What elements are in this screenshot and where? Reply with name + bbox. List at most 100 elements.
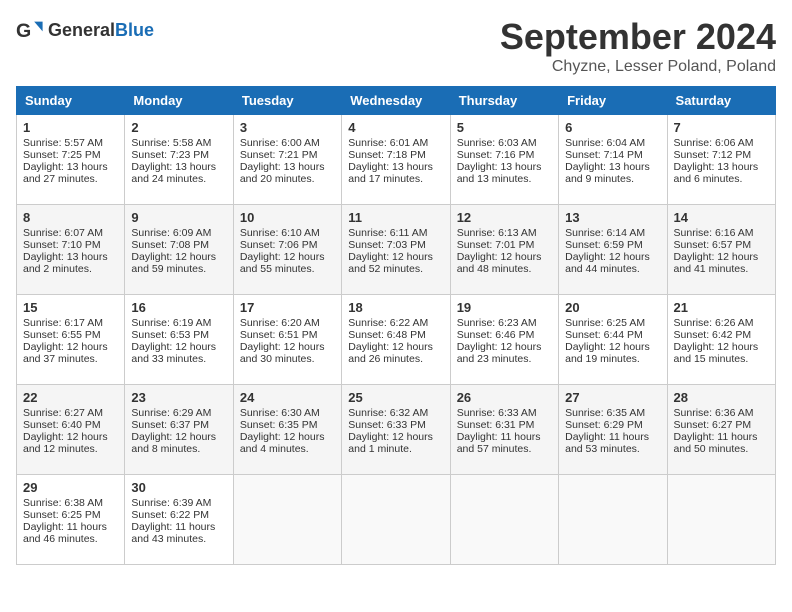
day-info: Daylight: 12 hours — [131, 431, 226, 443]
day-info: Daylight: 12 hours — [240, 341, 335, 353]
calendar-cell: 17Sunrise: 6:20 AMSunset: 6:51 PMDayligh… — [233, 295, 341, 385]
day-info: Sunrise: 5:57 AM — [23, 137, 118, 149]
day-info: Sunset: 7:14 PM — [565, 149, 660, 161]
calendar-cell: 11Sunrise: 6:11 AMSunset: 7:03 PMDayligh… — [342, 205, 450, 295]
day-info: Daylight: 12 hours — [131, 251, 226, 263]
day-info: and 9 minutes. — [565, 173, 660, 185]
col-header-saturday: Saturday — [667, 87, 775, 115]
day-info: Sunrise: 5:58 AM — [131, 137, 226, 149]
day-info: Sunrise: 6:27 AM — [23, 407, 118, 419]
month-title: September 2024 — [500, 16, 776, 58]
calendar-week-row: 8Sunrise: 6:07 AMSunset: 7:10 PMDaylight… — [17, 205, 776, 295]
calendar-cell: 6Sunrise: 6:04 AMSunset: 7:14 PMDaylight… — [559, 115, 667, 205]
day-info: and 24 minutes. — [131, 173, 226, 185]
day-info: and 33 minutes. — [131, 353, 226, 365]
day-info: and 27 minutes. — [23, 173, 118, 185]
calendar-cell: 3Sunrise: 6:00 AMSunset: 7:21 PMDaylight… — [233, 115, 341, 205]
day-info: Sunrise: 6:25 AM — [565, 317, 660, 329]
col-header-monday: Monday — [125, 87, 233, 115]
day-info: Sunset: 6:57 PM — [674, 239, 769, 251]
day-info: and 53 minutes. — [565, 443, 660, 455]
calendar-cell: 28Sunrise: 6:36 AMSunset: 6:27 PMDayligh… — [667, 385, 775, 475]
day-info: Daylight: 12 hours — [674, 341, 769, 353]
location-title: Chyzne, Lesser Poland, Poland — [500, 58, 776, 76]
calendar-cell: 1 Sunrise: 5:57 AMSunset: 7:25 PMDaylight… — [17, 115, 125, 205]
day-number: 7 — [674, 120, 769, 135]
day-info: and 13 minutes. — [457, 173, 552, 185]
title-area: September 2024 Chyzne, Lesser Poland, Po… — [500, 16, 776, 76]
day-info: Daylight: 11 hours — [131, 521, 226, 533]
day-info: and 23 minutes. — [457, 353, 552, 365]
day-info: Sunset: 6:29 PM — [565, 419, 660, 431]
day-info: Sunset: 6:59 PM — [565, 239, 660, 251]
day-info: Sunrise: 6:04 AM — [565, 137, 660, 149]
day-info: Daylight: 11 hours — [457, 431, 552, 443]
day-number: 2 — [131, 120, 226, 135]
day-info: Sunrise: 6:38 AM — [23, 497, 118, 509]
calendar-cell: 15Sunrise: 6:17 AMSunset: 6:55 PMDayligh… — [17, 295, 125, 385]
col-header-wednesday: Wednesday — [342, 87, 450, 115]
day-number: 3 — [240, 120, 335, 135]
day-number: 18 — [348, 300, 443, 315]
calendar-cell: 7Sunrise: 6:06 AMSunset: 7:12 PMDaylight… — [667, 115, 775, 205]
day-info: and 2 minutes. — [23, 263, 118, 275]
day-info: Daylight: 13 hours — [674, 161, 769, 173]
calendar-cell: 5Sunrise: 6:03 AMSunset: 7:16 PMDaylight… — [450, 115, 558, 205]
calendar-cell: 20Sunrise: 6:25 AMSunset: 6:44 PMDayligh… — [559, 295, 667, 385]
day-info: and 8 minutes. — [131, 443, 226, 455]
logo-blue: Blue — [115, 20, 154, 40]
day-info: Sunset: 7:25 PM — [23, 149, 118, 161]
calendar-header-row: SundayMondayTuesdayWednesdayThursdayFrid… — [17, 87, 776, 115]
day-info: Sunset: 6:44 PM — [565, 329, 660, 341]
day-info: and 59 minutes. — [131, 263, 226, 275]
day-info: Sunset: 6:46 PM — [457, 329, 552, 341]
calendar-cell — [559, 475, 667, 565]
day-info: Sunset: 6:31 PM — [457, 419, 552, 431]
day-info: Sunrise: 6:17 AM — [23, 317, 118, 329]
calendar-cell: 12Sunrise: 6:13 AMSunset: 7:01 PMDayligh… — [450, 205, 558, 295]
day-info: Daylight: 11 hours — [23, 521, 118, 533]
day-info: Daylight: 12 hours — [240, 251, 335, 263]
calendar-cell: 4Sunrise: 6:01 AMSunset: 7:18 PMDaylight… — [342, 115, 450, 205]
calendar-cell: 8Sunrise: 6:07 AMSunset: 7:10 PMDaylight… — [17, 205, 125, 295]
calendar-cell: 30Sunrise: 6:39 AMSunset: 6:22 PMDayligh… — [125, 475, 233, 565]
day-number: 27 — [565, 390, 660, 405]
day-info: Sunrise: 6:00 AM — [240, 137, 335, 149]
calendar-cell: 16Sunrise: 6:19 AMSunset: 6:53 PMDayligh… — [125, 295, 233, 385]
day-info: and 20 minutes. — [240, 173, 335, 185]
day-info: Daylight: 12 hours — [565, 251, 660, 263]
svg-text:G: G — [16, 20, 31, 42]
day-number: 4 — [348, 120, 443, 135]
day-info: Daylight: 12 hours — [23, 341, 118, 353]
day-number: 13 — [565, 210, 660, 225]
day-info: Sunset: 7:03 PM — [348, 239, 443, 251]
day-info: Daylight: 12 hours — [23, 431, 118, 443]
day-info: Daylight: 13 hours — [23, 161, 118, 173]
day-info: and 19 minutes. — [565, 353, 660, 365]
day-info: Sunrise: 6:20 AM — [240, 317, 335, 329]
day-info: and 37 minutes. — [23, 353, 118, 365]
day-info: Sunrise: 6:36 AM — [674, 407, 769, 419]
day-info: Daylight: 12 hours — [131, 341, 226, 353]
day-info: Sunrise: 6:13 AM — [457, 227, 552, 239]
calendar-cell: 19Sunrise: 6:23 AMSunset: 6:46 PMDayligh… — [450, 295, 558, 385]
calendar-cell: 21Sunrise: 6:26 AMSunset: 6:42 PMDayligh… — [667, 295, 775, 385]
day-number: 23 — [131, 390, 226, 405]
calendar-cell: 25Sunrise: 6:32 AMSunset: 6:33 PMDayligh… — [342, 385, 450, 475]
day-info: Sunset: 6:37 PM — [131, 419, 226, 431]
logo-general: General — [48, 20, 115, 40]
day-info: Daylight: 11 hours — [565, 431, 660, 443]
calendar-cell: 23Sunrise: 6:29 AMSunset: 6:37 PMDayligh… — [125, 385, 233, 475]
calendar-cell: 24Sunrise: 6:30 AMSunset: 6:35 PMDayligh… — [233, 385, 341, 475]
day-info: Sunset: 7:10 PM — [23, 239, 118, 251]
day-info: and 15 minutes. — [674, 353, 769, 365]
day-info: Sunset: 7:01 PM — [457, 239, 552, 251]
day-info: and 26 minutes. — [348, 353, 443, 365]
day-info: Sunrise: 6:16 AM — [674, 227, 769, 239]
day-info: Sunset: 7:18 PM — [348, 149, 443, 161]
day-number: 1 — [23, 120, 118, 135]
col-header-tuesday: Tuesday — [233, 87, 341, 115]
calendar-cell: 22Sunrise: 6:27 AMSunset: 6:40 PMDayligh… — [17, 385, 125, 475]
day-info: Sunset: 6:53 PM — [131, 329, 226, 341]
day-info: Sunrise: 6:26 AM — [674, 317, 769, 329]
